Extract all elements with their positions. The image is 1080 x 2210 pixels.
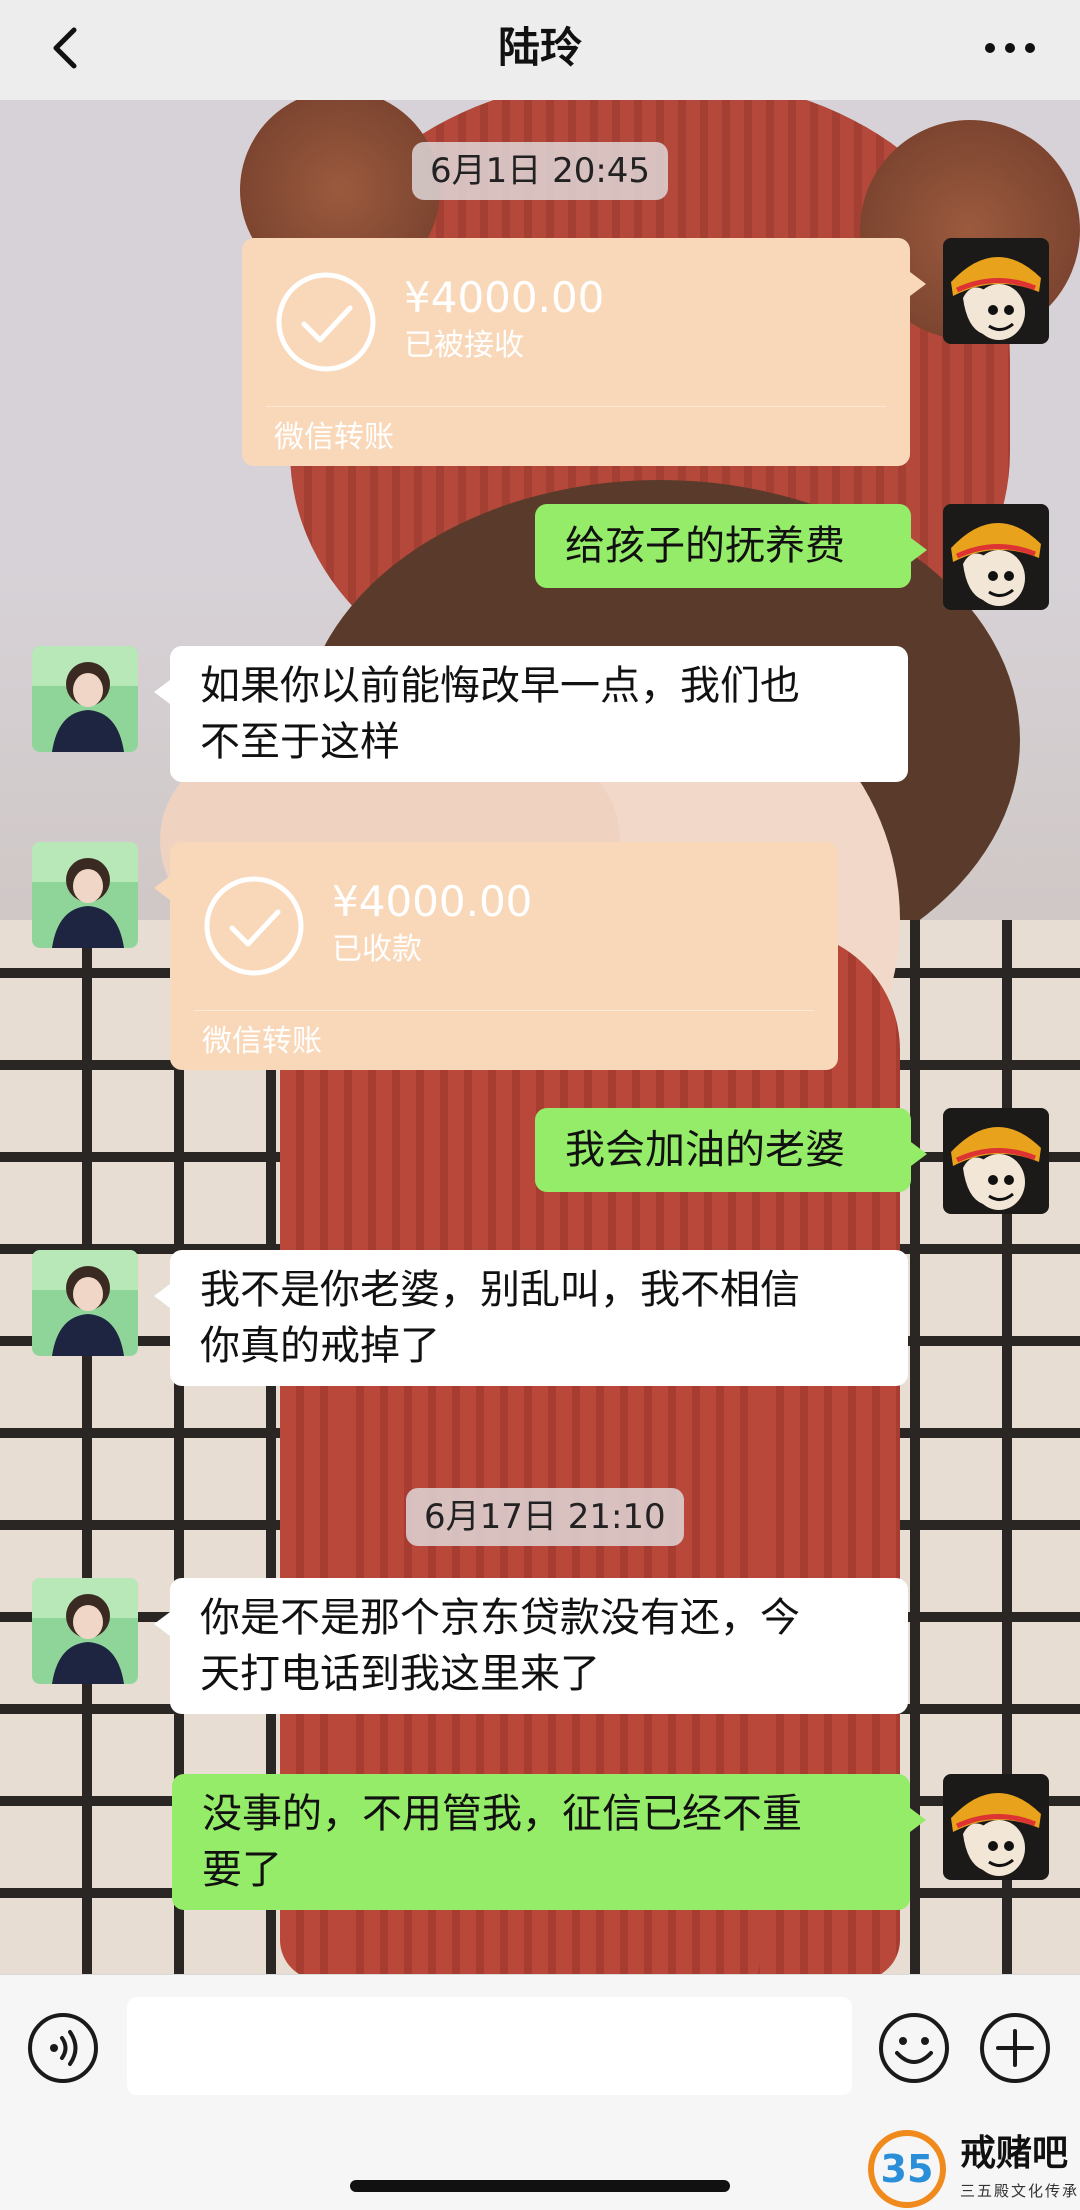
contact-avatar[interactable] bbox=[32, 1578, 138, 1684]
divider bbox=[194, 1010, 814, 1011]
message-text-line: 我不是你老婆，别乱叫，我不相信 bbox=[200, 1267, 800, 1313]
my-avatar[interactable] bbox=[943, 1774, 1049, 1880]
avatar-image bbox=[32, 842, 138, 948]
more-functions-button[interactable] bbox=[978, 2011, 1052, 2085]
ellipsis-icon bbox=[985, 43, 1035, 53]
avatar-image bbox=[943, 238, 1049, 344]
home-indicator[interactable] bbox=[350, 2180, 730, 2192]
my-avatar[interactable] bbox=[943, 504, 1049, 610]
message-input[interactable] bbox=[127, 1997, 852, 2095]
contact-avatar[interactable] bbox=[32, 842, 138, 948]
chat-timestamp: 6月1日 20:45 bbox=[412, 142, 669, 200]
voice-icon bbox=[28, 2013, 98, 2083]
transfer-footer: 微信转账 bbox=[202, 1024, 322, 1059]
chat-header: 陆玲 bbox=[0, 0, 1080, 100]
contact-avatar[interactable] bbox=[32, 646, 138, 752]
watermark: 35 戒赌吧 三五殿文化传承 bbox=[868, 2130, 1080, 2209]
svg-text:35: 35 bbox=[881, 2147, 934, 2191]
chat-title: 陆玲 bbox=[497, 23, 582, 72]
watermark-logo: 35 bbox=[868, 2130, 946, 2208]
avatar-image bbox=[32, 1250, 138, 1356]
more-button[interactable] bbox=[980, 18, 1040, 78]
message-bubble-sent[interactable]: 没事的，不用管我，征信已经不重 要了 bbox=[172, 1774, 926, 1910]
avatar-image bbox=[943, 504, 1049, 610]
watermark-subtitle: 三五殿文化传承 bbox=[960, 2182, 1080, 2200]
message-text-line: 不至于这样 bbox=[200, 719, 400, 765]
voice-button[interactable] bbox=[26, 2011, 100, 2085]
message-bubble-received[interactable]: 你是不是那个京东贷款没有还，今 天打电话到我这里来了 bbox=[154, 1578, 908, 1714]
contact-avatar[interactable] bbox=[32, 1250, 138, 1356]
message-bubble-sent[interactable]: 给孩子的抚养费 bbox=[535, 504, 927, 588]
emoji-icon bbox=[879, 2013, 949, 2083]
avatar-image bbox=[32, 646, 138, 752]
watermark-title: 戒赌吧 bbox=[960, 2133, 1069, 2174]
check-circle-icon bbox=[276, 272, 376, 372]
transfer-status: 已收款 bbox=[332, 932, 422, 967]
transfer-amount: ¥4000.00 bbox=[332, 877, 533, 926]
message-text-line: 要了 bbox=[202, 1847, 282, 1893]
plus-icon bbox=[980, 2013, 1050, 2083]
message-bubble-sent[interactable]: 我会加油的老婆 bbox=[535, 1108, 927, 1192]
my-avatar[interactable] bbox=[943, 238, 1049, 344]
chat-area[interactable]: 6月1日 20:45 ¥4000.00 已被接收 微信转账 给孩子的抚养费 如果… bbox=[0, 100, 1080, 1974]
emoji-button[interactable] bbox=[877, 2011, 951, 2085]
message-text-line: 你是不是那个京东贷款没有还，今 bbox=[200, 1595, 800, 1641]
chat-timestamp: 6月17日 21:10 bbox=[406, 1488, 684, 1546]
message-text-line: 你真的戒掉了 bbox=[200, 1323, 440, 1369]
divider bbox=[266, 406, 886, 407]
message-text-line: 没事的，不用管我，征信已经不重 bbox=[202, 1791, 802, 1837]
message-text: 我会加油的老婆 bbox=[565, 1127, 845, 1173]
message-bubble-received[interactable]: 如果你以前能悔改早一点，我们也 不至于这样 bbox=[154, 646, 908, 782]
message-text-line: 如果你以前能悔改早一点，我们也 bbox=[200, 663, 800, 709]
transfer-status: 已被接收 bbox=[404, 328, 524, 363]
transfer-amount: ¥4000.00 bbox=[404, 273, 605, 322]
transfer-card[interactable]: ¥4000.00 已被接收 微信转账 bbox=[242, 238, 926, 466]
transfer-footer: 微信转账 bbox=[274, 420, 394, 455]
avatar-image bbox=[32, 1578, 138, 1684]
avatar-image bbox=[943, 1774, 1049, 1880]
my-avatar[interactable] bbox=[943, 1108, 1049, 1214]
avatar-image bbox=[943, 1108, 1049, 1214]
message-bubble-received[interactable]: 我不是你老婆，别乱叫，我不相信 你真的戒掉了 bbox=[154, 1250, 908, 1386]
message-text-line: 天打电话到我这里来了 bbox=[200, 1651, 600, 1697]
transfer-card[interactable]: ¥4000.00 已收款 微信转账 bbox=[154, 842, 838, 1070]
check-circle-icon bbox=[204, 876, 304, 976]
message-text: 给孩子的抚养费 bbox=[565, 523, 845, 569]
